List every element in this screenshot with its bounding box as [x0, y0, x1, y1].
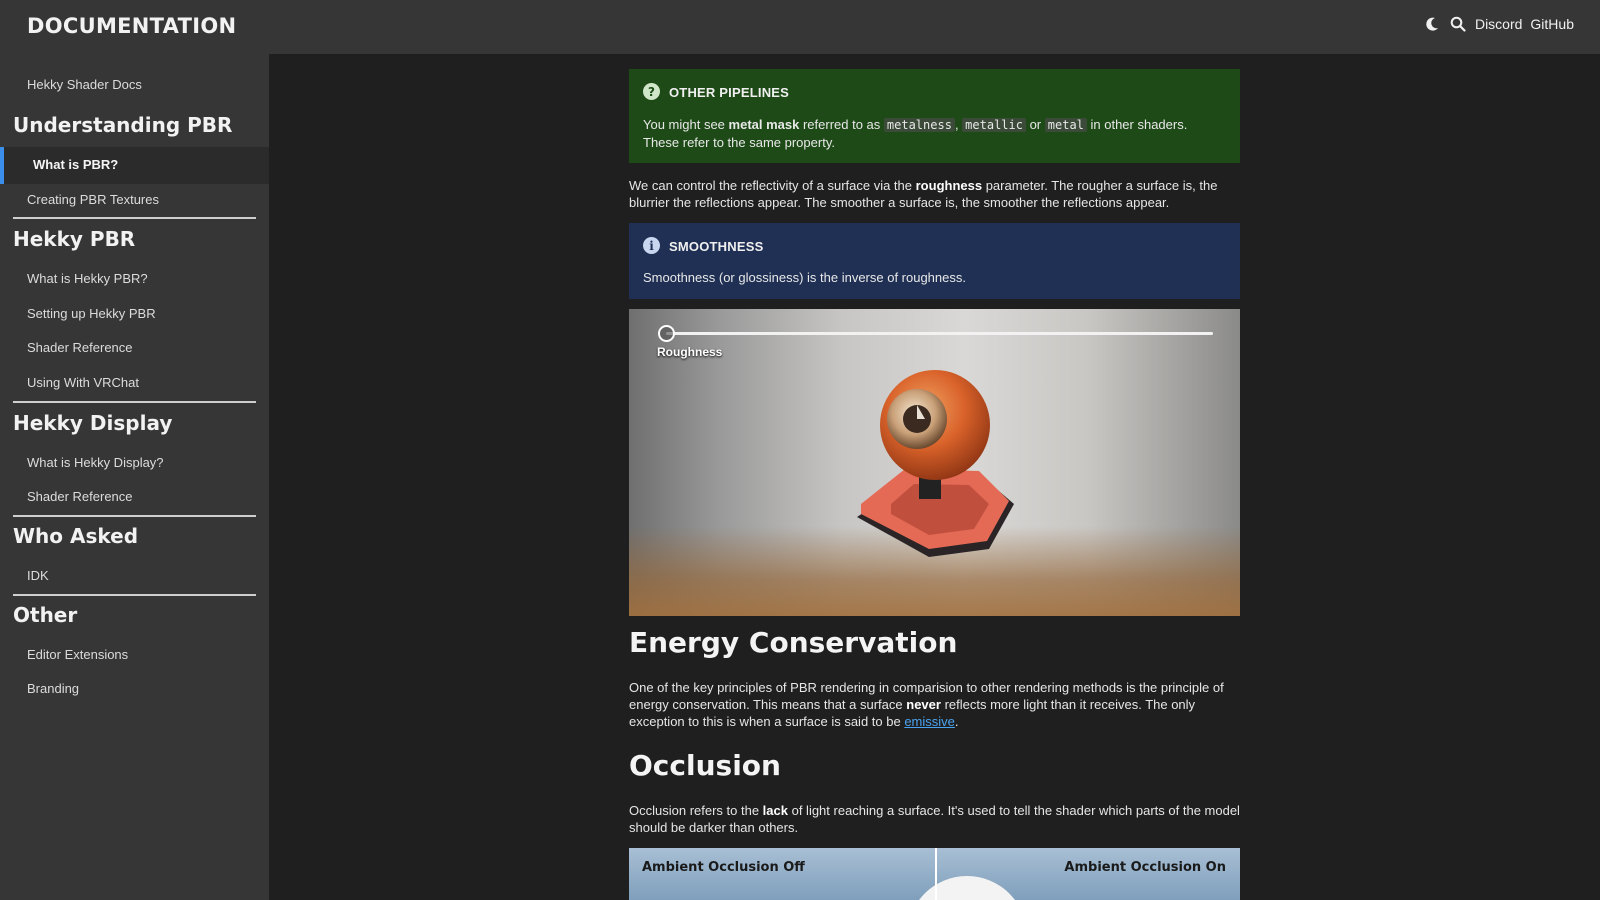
text-span: We can control the reflectivity of a sur…	[629, 178, 916, 193]
sidebar-item-display-shader-reference[interactable]: Shader Reference	[27, 489, 133, 504]
sidebar-divider	[13, 594, 256, 596]
sidebar-item-editor-extensions[interactable]: Editor Extensions	[27, 647, 128, 662]
text-span: These refer to the same property.	[643, 135, 835, 150]
roughness-slider-label: Roughness	[657, 345, 723, 359]
emissive-link[interactable]: emissive	[904, 714, 955, 729]
roughness-slider-track[interactable]	[666, 332, 1213, 335]
question-circle-icon: ?	[643, 83, 660, 100]
sidebar-item-idk[interactable]: IDK	[27, 568, 49, 583]
callout-smoothness: i SMOOTHNESS Smoothness (or glossiness) …	[629, 223, 1240, 299]
sidebar-divider	[13, 515, 256, 517]
heading-occlusion: Occlusion	[629, 749, 781, 782]
sidebar-item-what-is-hekky-pbr[interactable]: What is Hekky PBR?	[27, 271, 148, 286]
text-span: .	[954, 714, 959, 729]
roughness-slider-handle[interactable]	[658, 325, 675, 342]
code-metallic: metallic	[962, 118, 1026, 132]
roughness-viewer[interactable]: Roughness	[629, 309, 1240, 616]
bold-lack: lack	[762, 803, 788, 818]
sidebar-item-creating-pbr-textures[interactable]: Creating PBR Textures	[27, 192, 159, 207]
sidebar-divider	[13, 401, 256, 403]
active-indicator	[0, 147, 4, 184]
energy-paragraph: One of the key principles of PBR renderi…	[629, 679, 1240, 730]
sidebar-item-setting-up-hekky-pbr[interactable]: Setting up Hekky PBR	[27, 306, 156, 321]
github-link[interactable]: GitHub	[1530, 16, 1574, 32]
svg-text:i: i	[649, 239, 654, 253]
sidebar-item-what-is-pbr[interactable]: What is PBR?	[0, 147, 269, 184]
sidebar-item-using-with-vrchat[interactable]: Using With VRChat	[27, 375, 139, 390]
top-bar: DOCUMENTATION Discord GitHub	[0, 0, 1600, 54]
sidebar-section-hekky-display[interactable]: Hekky Display	[13, 411, 172, 435]
sidebar-section-who-asked[interactable]: Who Asked	[13, 524, 138, 548]
sidebar-item-branding[interactable]: Branding	[27, 681, 79, 696]
svg-text:?: ?	[648, 85, 655, 99]
callout-title: OTHER PIPELINES	[669, 85, 790, 100]
bold-never: never	[906, 697, 941, 712]
sidebar: Hekky Shader Docs Understanding PBR What…	[0, 54, 269, 900]
text-span: or	[1025, 117, 1045, 132]
sidebar-item-what-is-hekky-display[interactable]: What is Hekky Display?	[27, 455, 164, 470]
code-metalness: metalness	[883, 118, 955, 132]
heading-energy-conservation: Energy Conservation	[629, 626, 958, 659]
bold-roughness: roughness	[915, 178, 983, 193]
site-brand[interactable]: DOCUMENTATION	[27, 14, 236, 38]
code-metal: metal	[1044, 118, 1087, 132]
discord-link[interactable]: Discord	[1475, 16, 1522, 32]
sidebar-section-understanding-pbr[interactable]: Understanding PBR	[13, 113, 232, 137]
sidebar-section-other[interactable]: Other	[13, 603, 77, 627]
roughness-paragraph: We can control the reflectivity of a sur…	[629, 177, 1240, 211]
text-span: in other shaders.	[1086, 117, 1188, 132]
moon-icon[interactable]	[1423, 15, 1441, 33]
info-circle-icon: i	[643, 237, 660, 254]
sidebar-item-label: What is PBR?	[33, 157, 119, 172]
occlusion-paragraph: Occlusion refers to the lack of light re…	[629, 802, 1240, 836]
ao-on-label: Ambient Occlusion On	[1064, 860, 1226, 875]
callout-other-pipelines: ? OTHER PIPELINES You might see metal ma…	[629, 69, 1240, 163]
text-span: referred to as	[799, 117, 884, 132]
text-span: Occlusion refers to the	[629, 803, 763, 818]
sphere-render	[907, 876, 1027, 900]
sidebar-item-pbr-shader-reference[interactable]: Shader Reference	[27, 340, 133, 355]
callout-body: Smoothness (or glossiness) is the invers…	[643, 270, 966, 285]
ao-off-label: Ambient Occlusion Off	[642, 860, 805, 875]
ambient-occlusion-comparison[interactable]: Ambient Occlusion Off Ambient Occlusion …	[629, 848, 1240, 900]
sidebar-section-hekky-pbr[interactable]: Hekky PBR	[13, 227, 135, 251]
sidebar-item-hekky-shader-docs[interactable]: Hekky Shader Docs	[27, 77, 142, 92]
callout-body: You might see metal mask referred to as …	[643, 116, 1187, 151]
callout-title: SMOOTHNESS	[669, 239, 764, 254]
text-span: You might see	[643, 117, 729, 132]
comparison-divider-handle[interactable]	[935, 848, 937, 900]
top-bar-actions: Discord GitHub	[1423, 15, 1574, 33]
search-icon[interactable]	[1449, 15, 1467, 33]
sidebar-divider	[13, 217, 256, 219]
bold-metal-mask: metal mask	[728, 117, 800, 132]
